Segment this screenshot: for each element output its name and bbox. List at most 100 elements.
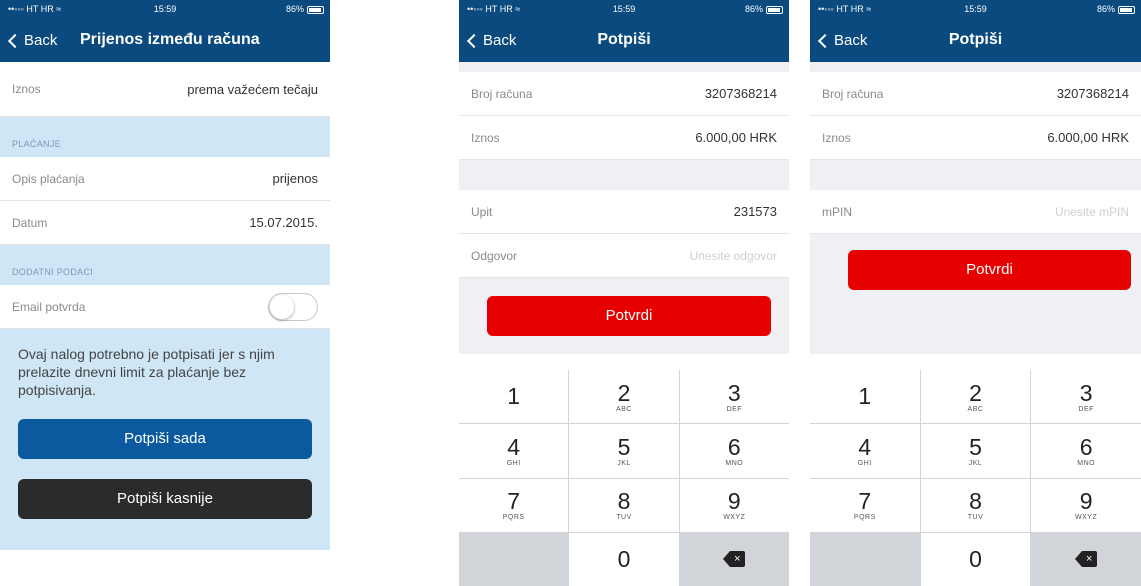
- email-confirmation-toggle[interactable]: [268, 292, 318, 321]
- phone-screen-transfer: ••◦◦◦ HT HR ≈ 15:59 86% Back Prijenos iz…: [0, 0, 330, 586]
- account-value: 3207368214: [704, 86, 777, 101]
- sign-later-button[interactable]: Potpiši kasnije: [18, 479, 312, 519]
- key-digit: 8: [969, 488, 982, 515]
- key-digit: 9: [727, 488, 741, 515]
- key-9[interactable]: 9 WXYZ: [1031, 478, 1141, 532]
- amount-value: 6.000,00 HRK: [695, 130, 777, 145]
- key-1[interactable]: 1: [810, 370, 920, 424]
- key-digit: 3: [1079, 379, 1093, 406]
- payment-description-row[interactable]: Opis plaćanja prijenos: [0, 157, 330, 201]
- nav-bar: Back Potpiši: [810, 20, 1141, 62]
- key-digit: 0: [969, 546, 982, 573]
- page-title: Prijenos između računa: [80, 31, 260, 48]
- key-3[interactable]: 3 DEF: [1031, 370, 1141, 424]
- clock-text: 15:59: [964, 4, 987, 14]
- chevron-left-icon: [7, 33, 23, 48]
- key-digit: 6: [727, 433, 741, 460]
- spacer: [810, 160, 1141, 190]
- section-header-payment: PLAĆANJE: [0, 117, 330, 157]
- numeric-keypad: 1 2 ABC 3 DEF 4 GHI 5 JKL 6 MNO 7 PQRS 8 TUV 9W…: [459, 370, 789, 586]
- phone-screen-sign-query: ••◦◦◦ HT HR ≈ 15:59 86% Back Potpiši Bro…: [459, 0, 789, 586]
- key-letters: JKL: [617, 459, 631, 467]
- key-1[interactable]: 1: [459, 370, 569, 424]
- date-row[interactable]: Datum 15.07.2015.: [0, 201, 330, 245]
- key-8[interactable]: 8 TUV: [920, 478, 1031, 532]
- confirm-area: Potvrdi: [459, 278, 789, 354]
- account-row: Broj računa 3207368214: [459, 72, 789, 116]
- delete-key[interactable]: ×: [679, 532, 789, 586]
- key-2[interactable]: 2 ABC: [569, 370, 679, 424]
- mpin-row[interactable]: mPIN Unesite mPIN: [810, 190, 1141, 234]
- delete-key[interactable]: ×: [1031, 532, 1141, 586]
- answer-input[interactable]: Unesite odgovor: [690, 249, 777, 263]
- battery-percent: 86%: [285, 4, 304, 14]
- key-digit: 5: [969, 433, 982, 460]
- key-letters: PQRS: [853, 514, 876, 522]
- key-digit: 5: [617, 433, 631, 460]
- key-4[interactable]: 4 GHI: [810, 424, 920, 478]
- amount-row: Iznos 6.000,00 HRK: [459, 116, 789, 160]
- key-letters: ABC: [616, 405, 632, 413]
- back-label: Back: [24, 32, 58, 49]
- key-digit: 9: [1079, 488, 1093, 515]
- description-label: Opis plaćanja: [12, 171, 85, 186]
- key-digit: 3: [727, 379, 741, 406]
- confirm-button[interactable]: Potvrdi: [487, 296, 771, 336]
- key-letters: MNO: [1077, 459, 1096, 467]
- key-letters: JKL: [968, 459, 983, 467]
- mpin-input[interactable]: Unesite mPIN: [1055, 205, 1129, 219]
- key-digit: 2: [617, 379, 631, 406]
- signature-info-text: Ovaj nalog potrebno je potpisati jer s n…: [18, 346, 275, 398]
- status-bar: ••◦◦◦ HT HR ≈ 15:59 86%: [459, 0, 789, 20]
- signature-info-box: Ovaj nalog potrebno je potpisati jer s n…: [0, 329, 330, 550]
- key-0[interactable]: 0: [569, 532, 679, 586]
- spacer: [459, 160, 789, 190]
- key-digit: 4: [507, 433, 521, 460]
- email-confirmation-row: Email potvrda: [0, 285, 330, 329]
- back-button[interactable]: Back: [6, 32, 57, 49]
- description-value: prijenos: [272, 171, 318, 186]
- battery-percent: 86%: [1096, 4, 1115, 14]
- key-4[interactable]: 4 GHI: [459, 424, 569, 478]
- key-letters: MNO: [725, 459, 744, 467]
- key-5[interactable]: 5 JKL: [920, 424, 1031, 478]
- confirm-button[interactable]: Potvrdi: [848, 250, 1131, 290]
- key-6[interactable]: 6 MNO: [679, 424, 789, 478]
- status-bar: ••◦◦◦ HT HR ≈ 15:59 86%: [810, 0, 1141, 20]
- battery-icon: [307, 6, 324, 14]
- key-letters: TUV: [616, 514, 632, 522]
- key-2[interactable]: 2 ABC: [920, 370, 1031, 424]
- key-9[interactable]: 9 WXYZ: [679, 478, 789, 532]
- amount-row: Iznos 6.000,00 HRK: [810, 116, 1141, 160]
- key-7[interactable]: 7 PQRS: [459, 478, 569, 532]
- key-5[interactable]: 5 JKL: [569, 424, 679, 478]
- key-7[interactable]: 7 PQRS: [810, 478, 920, 532]
- key-digit: 7: [858, 488, 872, 515]
- key-8[interactable]: 8 TUV: [569, 478, 679, 532]
- key-digit: 7: [507, 488, 521, 515]
- key-0[interactable]: 0: [920, 532, 1031, 586]
- key-letters: PQRS: [502, 514, 525, 522]
- mpin-label: mPIN: [822, 204, 852, 219]
- key-blank: [459, 532, 569, 586]
- key-letters: ABC: [967, 405, 984, 413]
- key-letters: TUV: [967, 514, 984, 522]
- date-label: Datum: [12, 215, 48, 230]
- key-3[interactable]: 3 DEF: [679, 370, 789, 424]
- sign-now-button[interactable]: Potpiši sada: [18, 419, 312, 459]
- key-letters: WXYZ: [723, 514, 746, 522]
- key-letters: GHI: [506, 459, 521, 467]
- battery-icon: [1118, 6, 1135, 14]
- amount-value: 6.000,00 HRK: [1047, 130, 1129, 145]
- clock-text: 15:59: [153, 4, 177, 14]
- spacer: [810, 62, 1141, 72]
- key-digit: 8: [617, 488, 631, 515]
- battery-icon: [766, 6, 783, 14]
- key-digit: 0: [617, 546, 631, 573]
- key-digit: 1: [507, 383, 521, 410]
- answer-row[interactable]: Odgovor Unesite odgovor: [459, 234, 789, 278]
- date-value: 15.07.2015.: [249, 215, 318, 230]
- section-header-additional: DODATNI PODACI: [0, 245, 330, 285]
- key-blank: [810, 532, 920, 586]
- key-6[interactable]: 6 MNO: [1031, 424, 1141, 478]
